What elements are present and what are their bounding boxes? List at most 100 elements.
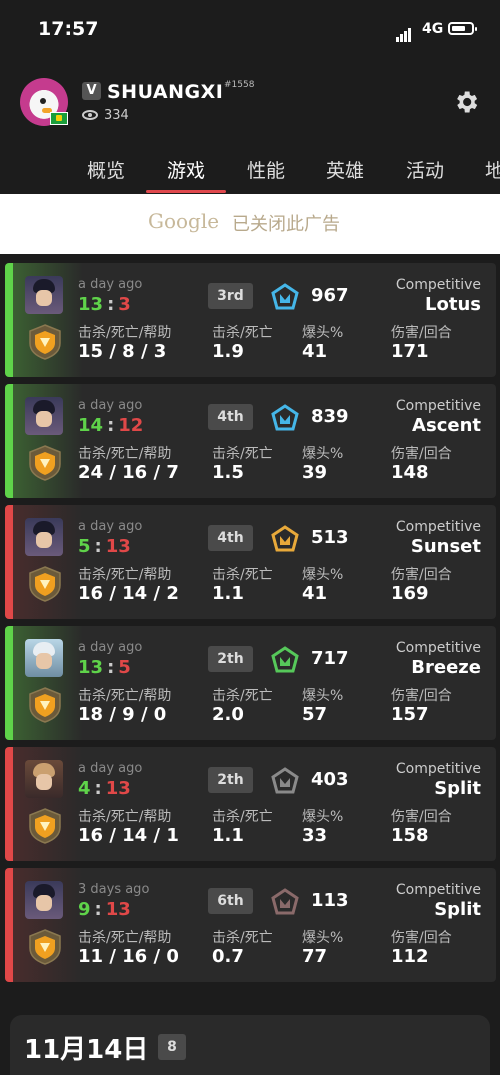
placement-badge: 3rd [208, 283, 253, 309]
score-team: 4 [78, 778, 91, 799]
kd-label: 击杀/死亡 [212, 567, 273, 583]
placement-badge: 2th [208, 767, 253, 793]
rank-shield-icon [29, 929, 61, 965]
ad-banner[interactable]: Google 已关闭此广告 [0, 194, 500, 254]
kda-value: 11 / 16 / 0 [78, 946, 179, 967]
result-bar [5, 384, 13, 498]
match-mode: Competitive [395, 519, 481, 535]
status-bar: 17:57 4G [0, 0, 500, 60]
tab-maps[interactable]: 地 [485, 156, 500, 183]
rank-shield-icon [29, 808, 61, 844]
match-rating: 113 [311, 890, 349, 911]
match-map: Breeze [411, 657, 481, 678]
rank-icon [271, 646, 299, 673]
kda-value: 15 / 8 / 3 [78, 341, 167, 362]
match-card[interactable]: a day ago 13:5 2th 717 Competitive Breeze 击杀/死… [5, 626, 496, 740]
placement-badge: 4th [208, 404, 253, 430]
dmg-label: 伤害/回合 [391, 930, 452, 946]
dmg-label: 伤害/回合 [391, 688, 452, 704]
dmg-label: 伤害/回合 [391, 809, 452, 825]
tab-agents[interactable]: 英雄 [326, 156, 364, 183]
match-score: 13:5 [78, 657, 131, 678]
match-mode: Competitive [395, 761, 481, 777]
ad-brand: Google [148, 209, 220, 233]
match-score: 9:13 [78, 899, 131, 920]
hs-value: 41 [302, 583, 328, 604]
match-mode: Competitive [395, 398, 481, 414]
eye-icon [82, 110, 98, 120]
match-map: Ascent [412, 415, 481, 436]
kda-label: 击杀/死亡/帮助 [78, 446, 172, 462]
result-bar [5, 626, 13, 740]
match-time-ago: a day ago [78, 761, 143, 776]
kda-value: 24 / 16 / 7 [78, 462, 179, 483]
match-card[interactable]: 3 days ago 9:13 6th 113 Competitive Split 击杀/死… [5, 868, 496, 982]
kda-value: 16 / 14 / 1 [78, 825, 179, 846]
match-score: 4:13 [78, 778, 131, 799]
battery-icon [448, 22, 477, 35]
rank-icon [271, 767, 299, 794]
rank-shield-icon [29, 566, 61, 602]
kd-value: 0.7 [212, 946, 244, 967]
match-time-ago: a day ago [78, 519, 143, 534]
match-card[interactable]: a day ago 13:3 3rd 967 Competitive Lotus 击杀/死亡… [5, 263, 496, 377]
hs-label: 爆头% [302, 930, 344, 946]
gear-icon[interactable] [452, 88, 480, 116]
kd-label: 击杀/死亡 [212, 688, 273, 704]
score-enemy: 13 [105, 778, 131, 799]
valorant-icon: V [82, 82, 101, 100]
hs-value: 39 [302, 462, 328, 483]
match-mode: Competitive [395, 277, 481, 293]
network-label: 4G [422, 21, 444, 37]
tab-games[interactable]: 游戏 [167, 156, 205, 183]
kd-label: 击杀/死亡 [212, 930, 273, 946]
dmg-label: 伤害/回合 [391, 446, 452, 462]
dmg-value: 171 [391, 341, 429, 362]
score-team: 9 [78, 899, 91, 920]
match-time-ago: a day ago [78, 640, 143, 655]
score-enemy: 12 [118, 415, 144, 436]
score-team: 5 [78, 536, 91, 557]
rank-icon [271, 404, 299, 431]
match-card[interactable]: a day ago 4:13 2th 403 Competitive Split 击杀/死亡… [5, 747, 496, 861]
kda-label: 击杀/死亡/帮助 [78, 688, 172, 704]
kd-value: 1.9 [212, 341, 244, 362]
match-score: 5:13 [78, 536, 131, 557]
day-header: 11月14日 8 [10, 1015, 490, 1075]
rank-shield-icon [29, 687, 61, 723]
agent-portrait [25, 518, 63, 556]
match-map: Split [434, 778, 481, 799]
match-rating: 967 [311, 285, 349, 306]
match-map: Sunset [410, 536, 481, 557]
score-enemy: 5 [118, 657, 131, 678]
user-tag: #1558 [224, 80, 255, 90]
rank-shield-icon [29, 324, 61, 360]
dmg-label: 伤害/回合 [391, 325, 452, 341]
match-time-ago: 3 days ago [78, 882, 150, 897]
hs-value: 77 [302, 946, 328, 967]
tab-bar: 概览 游戏 性能 英雄 活动 地 [0, 148, 500, 194]
rank-icon [271, 525, 299, 552]
hs-label: 爆头% [302, 688, 344, 704]
tab-overview[interactable]: 概览 [87, 156, 125, 183]
tab-activity[interactable]: 活动 [406, 156, 444, 183]
match-score: 13:3 [78, 294, 131, 315]
rank-shield-icon [29, 445, 61, 481]
dmg-value: 148 [391, 462, 429, 483]
match-map: Lotus [425, 294, 481, 315]
hs-value: 57 [302, 704, 328, 725]
match-card[interactable]: a day ago 14:12 4th 839 Competitive Ascent 击杀/… [5, 384, 496, 498]
agent-portrait [25, 276, 63, 314]
hs-label: 爆头% [302, 809, 344, 825]
tab-performance[interactable]: 性能 [247, 156, 285, 183]
agent-portrait [25, 760, 63, 798]
dmg-value: 158 [391, 825, 429, 846]
flag-badge-icon [50, 112, 68, 125]
username: SHUANGXI [107, 81, 224, 103]
active-tab-indicator [146, 190, 226, 193]
score-enemy: 13 [105, 899, 131, 920]
agent-portrait [25, 397, 63, 435]
match-time-ago: a day ago [78, 277, 143, 292]
result-bar [5, 263, 13, 377]
match-card[interactable]: a day ago 5:13 4th 513 Competitive Sunset 击杀/死… [5, 505, 496, 619]
